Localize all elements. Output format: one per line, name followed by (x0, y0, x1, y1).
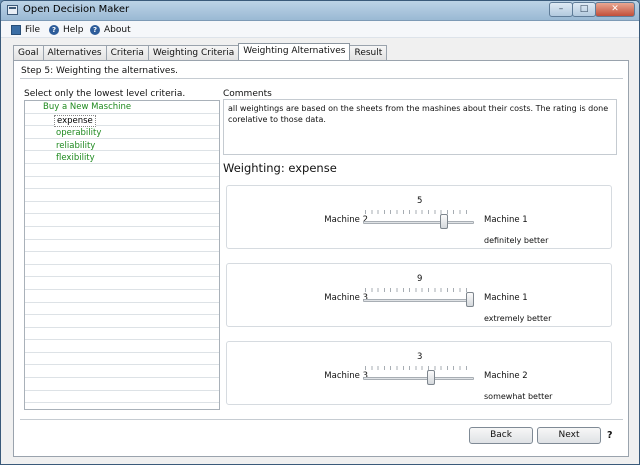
tree-row (25, 189, 219, 202)
comments-textarea[interactable]: all weightings are based on the sheets f… (223, 99, 617, 155)
tab-criteria[interactable]: Criteria (105, 45, 149, 60)
tree-row (25, 353, 219, 366)
app-icon (7, 5, 18, 15)
tree-caption: Select only the lowest level criteria. (24, 89, 186, 99)
app-window: Open Decision Maker – □ ✕ File ? Help ? … (0, 0, 640, 465)
right-alternative: Machine 1 (484, 215, 528, 225)
weighting-card: 9 Machine 3 Machine 1 extremely better (226, 263, 612, 327)
weighting-value: 9 (417, 274, 423, 284)
slider-thumb[interactable] (440, 214, 448, 229)
tab-weighting-criteria[interactable]: Weighting Criteria (147, 45, 240, 60)
tab-weighting-alternatives[interactable]: Weighting Alternatives (238, 43, 351, 60)
left-alternative: Machine 3 (324, 293, 368, 303)
slider-track (363, 299, 474, 302)
window-controls: – □ ✕ (549, 2, 635, 18)
left-alternative: Machine 3 (324, 371, 368, 381)
tree-row (25, 303, 219, 316)
tab-goal[interactable]: Goal (13, 45, 44, 60)
step-label: Step 5: Weighting the alternatives. (21, 66, 179, 76)
weighting-verdict: somewhat better (484, 392, 553, 401)
tree-row (25, 177, 219, 190)
criteria-tree[interactable]: Buy a New Maschine expense operability r… (24, 100, 220, 410)
weighting-verdict: definitely better (484, 236, 549, 245)
footer-separator (20, 419, 623, 420)
weighting-value: 5 (417, 196, 423, 206)
tree-row (25, 315, 219, 328)
tree-row (25, 265, 219, 278)
menu-file[interactable]: File (11, 23, 40, 36)
weighting-card: 5 Machine 2 Machine 1 definitely better (226, 185, 612, 249)
slider-track (363, 377, 474, 380)
slider-thumb[interactable] (466, 292, 474, 307)
right-alternative: Machine 2 (484, 371, 528, 381)
slider-ticks (365, 366, 472, 370)
tree-row (25, 227, 219, 240)
left-alternative: Machine 2 (324, 215, 368, 225)
menu-about[interactable]: ? About (90, 23, 131, 36)
maximize-button[interactable]: □ (572, 2, 596, 17)
close-button[interactable]: ✕ (595, 2, 635, 17)
tree-row (25, 378, 219, 391)
tree-root[interactable]: Buy a New Maschine (43, 102, 131, 112)
tab-alternatives[interactable]: Alternatives (42, 45, 107, 60)
comments-label: Comments (223, 89, 272, 99)
minimize-button[interactable]: – (549, 2, 573, 17)
tree-row (25, 202, 219, 215)
weighting-slider[interactable] (363, 364, 474, 385)
weighting-slider[interactable] (363, 286, 474, 307)
tree-row (25, 328, 219, 341)
window-title: Open Decision Maker (23, 4, 130, 15)
weighting-title: Weighting: expense (223, 161, 337, 175)
file-icon (11, 24, 21, 35)
title-bar: Open Decision Maker – □ ✕ (1, 1, 639, 21)
back-button[interactable]: Back (469, 427, 533, 444)
tree-row (25, 391, 219, 404)
menu-about-label: About (104, 24, 131, 35)
right-alternative: Machine 1 (484, 293, 528, 303)
tree-item-operability[interactable]: operability (56, 128, 101, 138)
tree-item-flexibility[interactable]: flexibility (56, 153, 95, 163)
tree-row (25, 240, 219, 253)
header-separator (20, 78, 623, 79)
help-button[interactable]: ? (607, 430, 613, 441)
about-icon: ? (90, 24, 100, 35)
tree-row (25, 252, 219, 265)
tree-item-reliability[interactable]: reliability (56, 141, 95, 151)
tab-result[interactable]: Result (349, 45, 388, 60)
help-icon: ? (49, 24, 59, 35)
weighting-slider[interactable] (363, 208, 474, 229)
weighting-value: 3 (417, 352, 423, 362)
menu-file-label: File (25, 24, 41, 35)
tab-bar: Goal Alternatives Criteria Weighting Cri… (13, 43, 388, 60)
tree-item-expense[interactable]: expense (54, 115, 96, 127)
weighting-card: 3 Machine 3 Machine 2 somewhat better (226, 341, 612, 405)
menu-help-label: Help (63, 24, 84, 35)
weighting-verdict: extremely better (484, 314, 552, 323)
tree-row (25, 151, 219, 164)
tree-row (25, 340, 219, 353)
slider-track (363, 221, 474, 224)
tree-row (25, 365, 219, 379)
slider-ticks (365, 288, 472, 292)
tree-row (25, 164, 219, 177)
tree-row (25, 139, 219, 152)
slider-thumb[interactable] (427, 370, 435, 385)
tree-row (25, 277, 219, 290)
slider-ticks (365, 210, 472, 214)
tree-row (25, 214, 219, 227)
tab-panel: Step 5: Weighting the alternatives. Sele… (13, 60, 629, 457)
tree-row (25, 290, 219, 303)
menu-help[interactable]: ? Help (49, 23, 84, 36)
next-button[interactable]: Next (537, 427, 601, 444)
tree-row (25, 126, 219, 139)
menu-bar: File ? Help ? About (1, 21, 639, 38)
